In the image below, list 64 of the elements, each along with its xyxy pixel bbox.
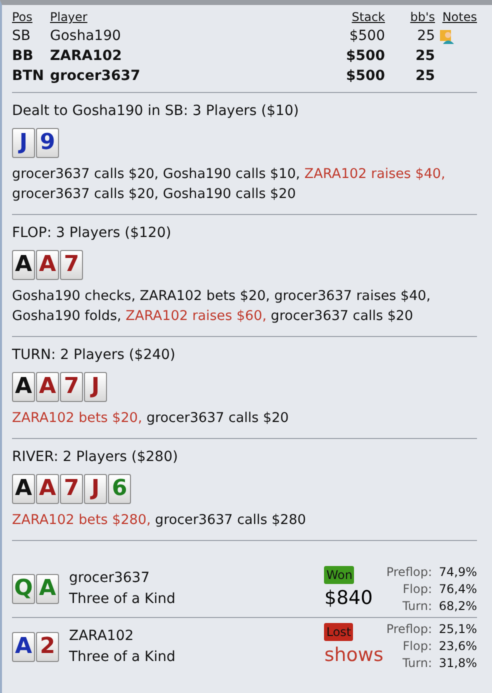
equity-value: 76,4% [438,580,477,598]
playing-card: A [36,250,59,280]
amount-text: $840 [324,586,373,611]
equity-value: 25,1% [438,621,477,638]
equity-label: Turn: [402,655,432,672]
column-header[interactable]: bb's [385,8,435,26]
equity-label: Preflop: [386,621,432,638]
position-text: SB [12,27,32,46]
equity-label: Turn: [402,598,432,614]
amount-text: shows [324,643,384,668]
stack-text: $500 [348,27,385,46]
column-header[interactable]: Player [50,8,315,26]
big-blinds-text: 25 [414,67,435,86]
equity-label: Flop: [402,638,432,655]
playing-card: A [36,574,59,604]
result-badge: Won [324,566,354,584]
playing-card: A [36,372,59,402]
action-text: grocer3637 calls $20, Gosha190 calls $10, ZARA102 raises $40, grocer3637 calls $20, Gosha190 calls $20 [12,165,446,204]
equity-value: 74,9% [438,564,477,580]
hand-rank-text: Three of a Kind [69,590,176,609]
playing-card: A [12,632,35,662]
playing-card: 6 [108,474,131,504]
action-text: Gosha190 checks, ZARA102 bets $20, grocer3637 raises $40, Gosha190 folds, ZARA102 raises $60, grocer3637 calls $20 [12,287,432,326]
action-text: ZARA102 bets $280, grocer3637 calls $280 [12,511,307,530]
street-title: RIVER: 2 Players ($280) [12,448,179,467]
equity-label: Preflop: [386,564,432,580]
equity-value: 68,2% [438,598,477,614]
playing-card: 9 [36,128,59,158]
playing-card: 7 [60,250,83,280]
equity-value: 23,6% [438,638,477,655]
playing-card: Q [12,574,35,604]
playing-card: J [12,128,35,158]
playing-card: A [36,474,59,504]
player-name: ZARA102 [69,626,135,646]
person-icon[interactable] [440,29,455,44]
street-title: TURN: 2 Players ($240) [12,346,176,365]
playing-card: A [12,372,35,402]
column-header[interactable]: Pos [12,8,50,26]
player-name: Gosha190 [50,27,122,46]
action-text: ZARA102 bets $20, grocer3637 calls $20 [12,409,290,428]
playing-card: A [12,250,35,280]
hand-rank-text: Three of a Kind [69,648,176,666]
street-title: Dealt to Gosha190 in SB: 3 Players ($10) [12,102,300,121]
player-name: grocer3637 [69,569,151,588]
big-blinds-text: 25 [414,47,435,66]
column-header[interactable]: Notes [435,8,477,26]
big-blinds-text: 25 [416,27,435,46]
street-title: FLOP: 3 Players ($120) [12,224,172,243]
player-name: ZARA102 [50,47,123,66]
playing-card: J [84,474,107,504]
equity-label: Flop: [402,580,432,598]
playing-card: A [12,474,35,504]
result-badge: Lost [324,623,354,642]
position-text: BB [12,47,34,66]
player-name: grocer3637 [50,67,142,86]
position-text: BTN [12,67,45,86]
playing-card: 7 [60,372,83,402]
equity-value: 31,8% [438,655,477,672]
column-header[interactable]: Stack [315,8,385,26]
playing-card: 2 [36,632,59,662]
stack-text: $500 [345,47,385,66]
playing-card: 7 [60,474,83,504]
playing-card: J [84,372,107,402]
stack-text: $500 [345,67,385,86]
